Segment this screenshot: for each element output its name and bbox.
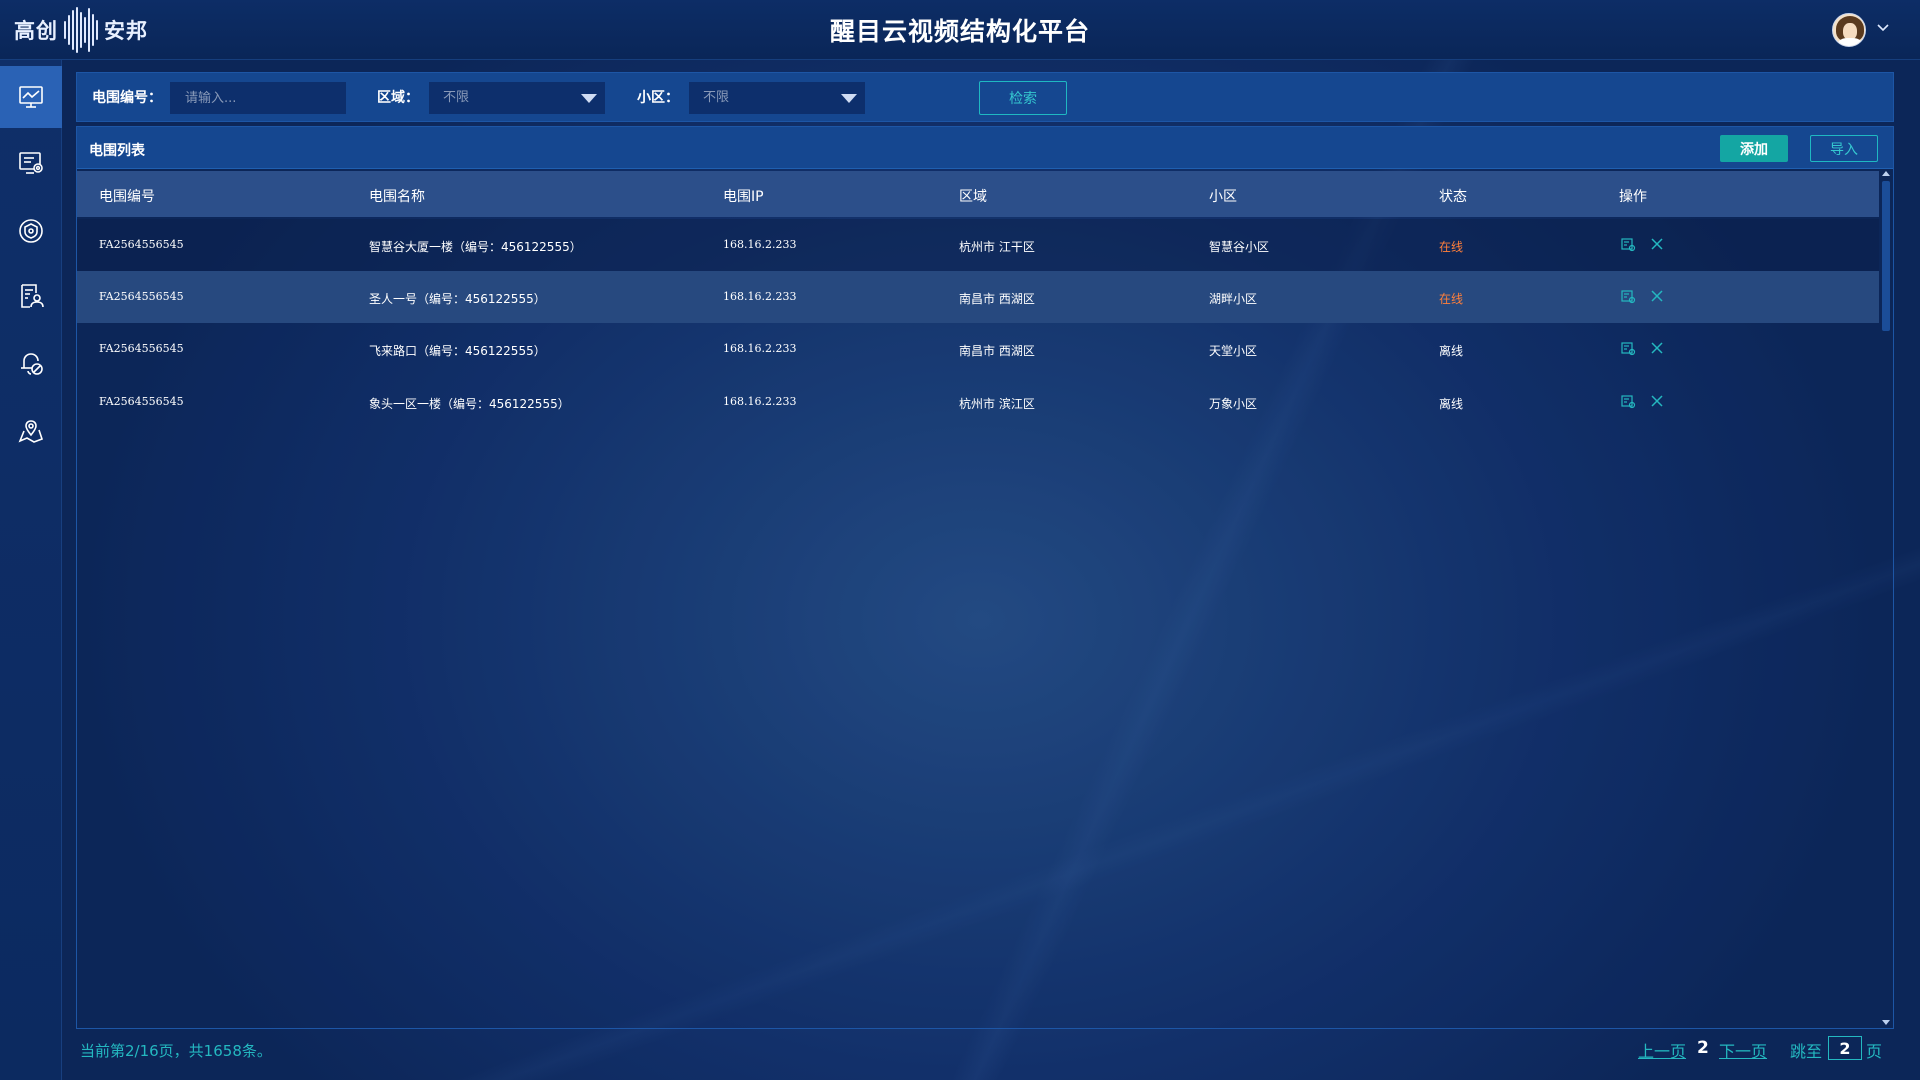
shield-icon (19, 219, 43, 243)
community-label: 小区： (637, 90, 679, 106)
community-select[interactable]: 不限 (689, 82, 865, 114)
scroll-down-icon[interactable] (1882, 1020, 1890, 1025)
prev-page-link[interactable]: 上一页 (1638, 1038, 1686, 1062)
cell-id: FA2564556545 (99, 342, 184, 355)
status-badge: 在线 (1439, 292, 1464, 306)
current-page-number: 2 (1697, 1038, 1709, 1058)
status-badge: 离线 (1439, 397, 1464, 411)
cell-community: 万象小区 (1209, 397, 1258, 411)
chevron-down-icon[interactable] (1876, 21, 1890, 35)
column-header-id: 电围编号 (99, 189, 155, 205)
device-settings-icon (19, 152, 43, 174)
region-select[interactable]: 不限 (429, 82, 605, 114)
fence-id-input[interactable] (170, 82, 346, 114)
import-button[interactable]: 导入 (1810, 135, 1878, 162)
delete-icon[interactable] (1649, 236, 1665, 252)
cell-ip: 168.16.2.233 (723, 238, 797, 251)
cell-ip: 168.16.2.233 (723, 395, 797, 408)
edit-icon[interactable] (1620, 340, 1636, 356)
cell-id: FA2564556545 (99, 395, 184, 408)
cell-region: 南昌市 西湖区 (959, 344, 1035, 358)
user-avatar[interactable] (1832, 13, 1866, 47)
cell-community: 智慧谷小区 (1209, 240, 1270, 254)
panel-title: 电围列表 (89, 143, 145, 159)
cell-region: 杭州市 滨江区 (959, 397, 1035, 411)
top-header: 高创 安邦 醒目云视频结构化平台 (0, 0, 1920, 60)
community-select-value: 不限 (703, 90, 730, 105)
sidebar-item-monitor[interactable] (0, 66, 62, 128)
jump-to-label: 跳至 (1790, 1042, 1823, 1061)
status-badge: 离线 (1439, 344, 1464, 358)
sidebar-item-security[interactable] (0, 200, 62, 262)
cell-id: FA2564556545 (99, 290, 184, 303)
region-label: 区域： (377, 90, 419, 106)
cell-ip: 168.16.2.233 (723, 290, 797, 303)
column-header-status: 状态 (1439, 189, 1467, 205)
page-info: 当前第2/16页，共1658条。 (80, 1042, 272, 1060)
sidebar-item-alarms[interactable] (0, 332, 62, 394)
edit-icon[interactable] (1620, 393, 1636, 409)
map-pin-icon (18, 420, 44, 443)
caret-down-icon (581, 94, 597, 103)
cell-region: 杭州市 江干区 (959, 240, 1035, 254)
next-page-link[interactable]: 下一页 (1719, 1038, 1767, 1062)
table-header: 电围编号 电围名称 电围IP 区域 小区 状态 操作 (77, 171, 1879, 217)
panel-header: 电围列表 添加 导入 (77, 127, 1893, 169)
cell-region: 南昌市 西湖区 (959, 292, 1035, 306)
column-header-ip: 电围IP (723, 189, 764, 205)
filter-bar: 电围编号： 区域： 不限 小区： 不限 检索 (76, 72, 1894, 122)
jump-page-input[interactable] (1828, 1036, 1862, 1060)
edit-icon[interactable] (1620, 236, 1636, 252)
status-badge: 在线 (1439, 240, 1464, 254)
delete-icon[interactable] (1649, 288, 1665, 304)
add-button[interactable]: 添加 (1720, 135, 1788, 162)
table-row[interactable]: FA2564556545 圣人一号（编号：456122555） 168.16.2… (77, 271, 1879, 323)
app-title: 醒目云视频结构化平台 (829, 17, 1090, 46)
region-select-value: 不限 (443, 90, 470, 105)
column-header-community: 小区 (1209, 189, 1237, 205)
sidebar-item-devices[interactable] (0, 132, 62, 194)
cell-community: 天堂小区 (1209, 344, 1258, 358)
cell-id: FA2564556545 (99, 238, 184, 251)
alarm-bell-icon (21, 353, 43, 375)
edit-icon[interactable] (1620, 288, 1636, 304)
monitor-icon (19, 86, 43, 108)
search-button[interactable]: 检索 (979, 81, 1067, 115)
table-scrollbar[interactable] (1881, 171, 1891, 1027)
column-header-name: 电围名称 (369, 189, 425, 205)
cell-name: 圣人一号（编号：456122555） (369, 292, 546, 306)
sidebar-item-map[interactable] (0, 400, 62, 462)
user-document-icon (21, 284, 44, 308)
fence-list-panel: 电围列表 添加 导入 电围编号 电围名称 电围IP 区域 小区 状态 操作 FA… (76, 126, 1894, 1029)
fence-id-label: 电围编号： (92, 90, 162, 106)
cell-name: 智慧谷大厦一楼（编号：456122555） (369, 240, 582, 254)
cell-community: 湖畔小区 (1209, 292, 1258, 306)
column-header-region: 区域 (959, 189, 987, 205)
table-row[interactable]: FA2564556545 飞来路口（编号：456122555） 168.16.2… (77, 323, 1879, 375)
table-row[interactable]: FA2564556545 智慧谷大厦一楼（编号：456122555） 168.1… (77, 219, 1879, 271)
scroll-thumb[interactable] (1882, 181, 1890, 331)
delete-icon[interactable] (1649, 340, 1665, 356)
cell-name: 飞来路口（编号：456122555） (369, 344, 546, 358)
column-header-actions: 操作 (1619, 189, 1647, 205)
cell-ip: 168.16.2.233 (723, 342, 797, 355)
cell-name: 象头一区一楼（编号：456122555） (369, 397, 570, 411)
caret-down-icon (841, 94, 857, 103)
table-row[interactable]: FA2564556545 象头一区一楼（编号：456122555） 168.16… (77, 376, 1879, 428)
delete-icon[interactable] (1649, 393, 1665, 409)
sidebar-item-personnel[interactable] (0, 265, 62, 327)
page-suffix-label: 页 (1866, 1042, 1883, 1061)
scroll-up-icon[interactable] (1882, 171, 1890, 176)
sidebar (0, 60, 62, 1080)
